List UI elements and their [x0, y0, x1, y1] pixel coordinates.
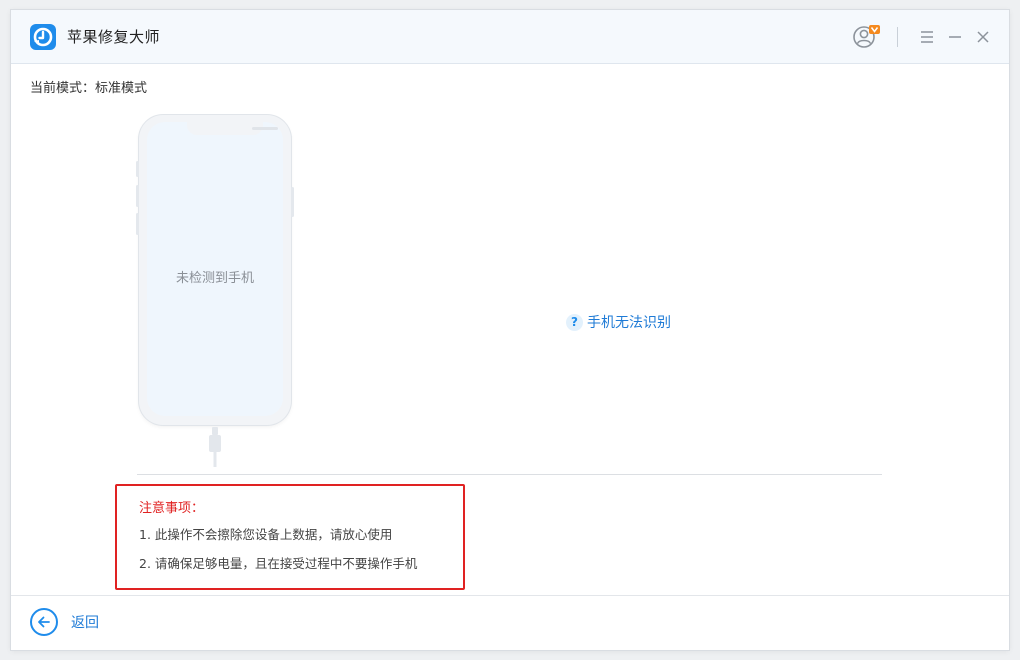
notes-title: 注意事项：	[139, 501, 205, 516]
title-separator	[897, 27, 898, 47]
current-mode-label: 当前模式：标准模式	[30, 81, 148, 96]
notes-box: 注意事项： 1. 此操作不会擦除您设备上数据，请放心使用 2. 请确保足够电量，…	[115, 484, 465, 590]
phone-illustration: 未检测到手机	[136, 115, 294, 425]
user-vip-button[interactable]	[851, 24, 880, 50]
title-bar: 苹果修复大师	[11, 10, 1009, 64]
menu-icon	[921, 31, 933, 43]
question-icon: ?	[566, 313, 583, 331]
device-not-recognized-link[interactable]: ? 手机无法识别	[566, 312, 671, 332]
back-button[interactable]: 返回	[30, 608, 99, 636]
close-icon	[977, 31, 989, 43]
phone-button	[291, 187, 294, 217]
device-status-text: 未检测到手机	[175, 271, 254, 286]
footer-divider	[11, 595, 1009, 596]
lightning-cable-icon	[209, 427, 221, 467]
app-window: 苹果修复大师 当前模式：标准模式 未检测到手机 ? 手机无法识别 注意事项： 1…	[11, 10, 1009, 650]
help-link-label: 手机无法识别	[587, 315, 671, 331]
phone-speaker	[252, 127, 278, 130]
user-vip-icon	[853, 25, 880, 48]
minimize-button[interactable]	[942, 24, 968, 50]
phone-button	[136, 213, 139, 235]
note-item: 2. 请确保足够电量，且在接受过程中不要操作手机	[139, 556, 418, 571]
app-logo-icon	[30, 24, 56, 50]
menu-button[interactable]	[914, 24, 940, 50]
back-button-label: 返回	[71, 615, 99, 631]
content-divider	[137, 474, 882, 475]
phone-button	[136, 161, 139, 177]
minimize-icon	[949, 36, 961, 38]
note-item: 1. 此操作不会擦除您设备上数据，请放心使用	[139, 527, 393, 542]
app-title: 苹果修复大师	[67, 28, 161, 46]
phone-notch	[187, 122, 278, 135]
close-button[interactable]	[970, 24, 996, 50]
phone-button	[136, 185, 139, 207]
arrow-left-icon	[30, 608, 58, 636]
